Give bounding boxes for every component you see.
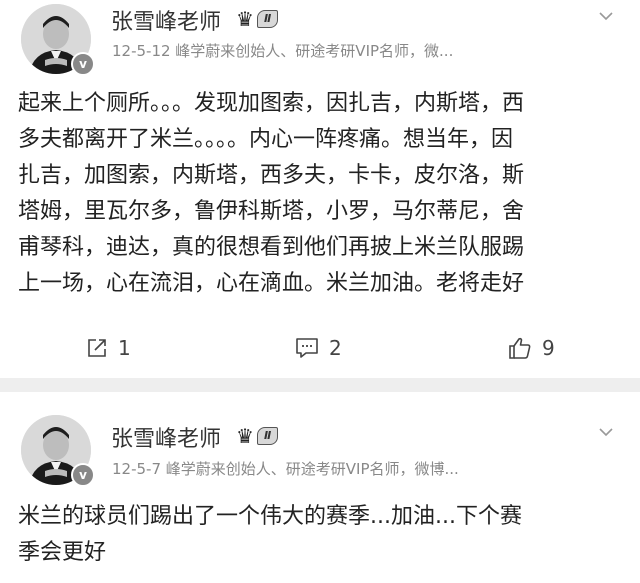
post-card: v 张雪峰老师 ♛ Ⅱ 12-5-12 峰学蔚来创始人、研途考研VIP名师，微.…	[0, 0, 640, 378]
author-name[interactable]: 张雪峰老师	[111, 4, 221, 36]
like-button[interactable]: 9	[508, 336, 555, 360]
verified-badge-icon: v	[71, 52, 95, 76]
avatar[interactable]: v	[21, 4, 95, 76]
chevron-down-icon[interactable]	[598, 8, 614, 24]
vip-level: Ⅱ	[256, 10, 279, 28]
comment-button[interactable]: 2	[295, 336, 342, 360]
repost-button[interactable]: 1	[86, 336, 131, 360]
post-text-line: 塔姆，里瓦尔多，鲁伊科斯塔，小罗，马尔蒂尼，舍	[18, 199, 525, 224]
action-bar: 1 2 9	[0, 324, 640, 372]
crown-icon: ♛	[236, 7, 254, 31]
vip-level: Ⅱ	[256, 427, 279, 445]
vip-badge[interactable]: ♛ Ⅱ	[236, 424, 279, 448]
post-meta: 12-5-7 峰学蔚来创始人、研途考研VIP名师，微博...	[112, 460, 459, 478]
avatar[interactable]: v	[21, 415, 95, 487]
post-text-line: 上一场，心在流泪，心在滴血。米兰加油。老将走好	[18, 271, 525, 296]
post-meta: 12-5-12 峰学蔚来创始人、研途考研VIP名师，微...	[112, 42, 454, 60]
vip-badge[interactable]: ♛ Ⅱ	[236, 7, 279, 31]
post-text-line: 多夫都离开了米兰。。。。内心一阵疼痛。想当年，因	[18, 127, 514, 152]
post-card: v 张雪峰老师 ♛ Ⅱ 12-5-7 峰学蔚来创始人、研途考研VIP名师，微博.…	[0, 392, 640, 583]
post-text: 起来上个厕所。。。发现加图索，因扎吉，内斯塔，西 多夫都离开了米兰。。。。内心一…	[18, 86, 628, 302]
thumbs-up-icon	[509, 337, 531, 359]
post-text-line: 扎吉，加图索，内斯塔，西多夫，卡卡，皮尔洛，斯	[18, 163, 525, 188]
post-text-line: 起来上个厕所。。。发现加图索，因扎吉，内斯塔，西	[18, 91, 525, 116]
repost-icon	[88, 339, 106, 357]
repost-count: 1	[118, 336, 131, 360]
post-text-line: 甫琴科，迪达，真的很想看到他们再披上米兰队服踢	[18, 235, 525, 260]
comment-count: 2	[329, 336, 342, 360]
verified-badge-icon: v	[71, 463, 95, 487]
post-text-line: 米兰的球员们踢出了一个伟大的赛季...加油...下个赛	[18, 504, 522, 529]
post-text-line: 季会更好	[18, 540, 107, 565]
post-divider	[0, 378, 640, 392]
author-name[interactable]: 张雪峰老师	[111, 421, 221, 453]
like-count: 9	[542, 336, 555, 360]
crown-icon: ♛	[236, 424, 254, 448]
comment-icon	[296, 338, 318, 358]
post-text: 米兰的球员们踢出了一个伟大的赛季...加油...下个赛 季会更好	[18, 499, 628, 571]
chevron-down-icon[interactable]	[598, 424, 614, 440]
